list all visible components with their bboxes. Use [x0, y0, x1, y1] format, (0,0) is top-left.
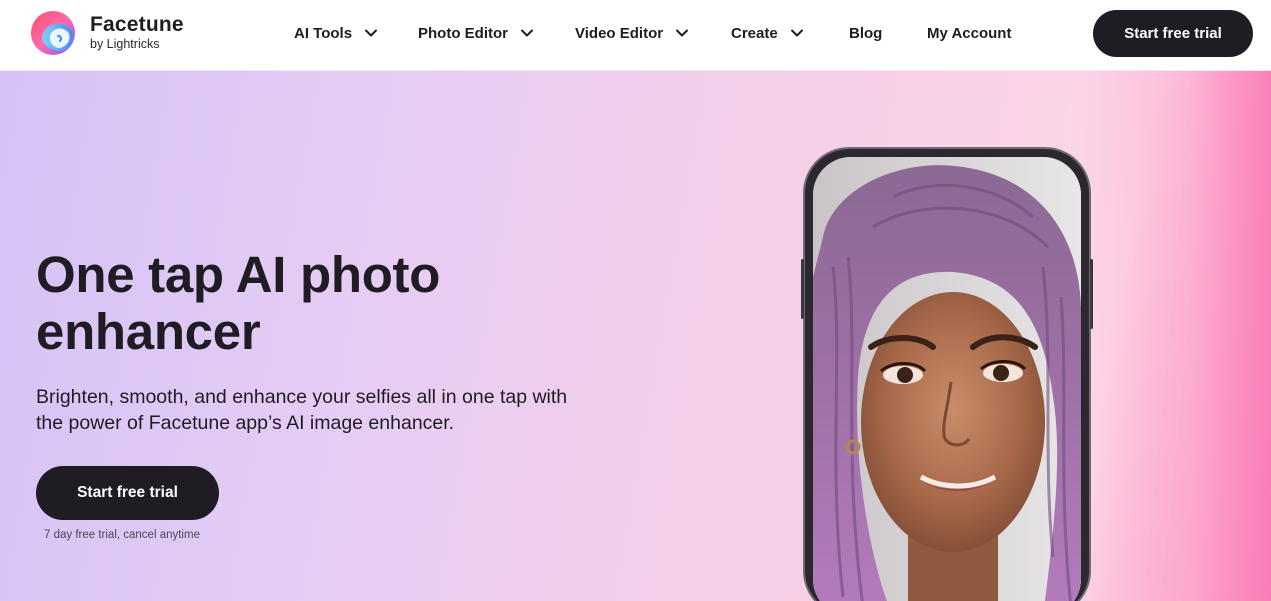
- nav-item-video-editor[interactable]: Video Editor: [575, 20, 689, 46]
- nav-item-label: Photo Editor: [418, 24, 508, 42]
- nav-item-create[interactable]: Create: [731, 20, 804, 46]
- header-start-trial-button[interactable]: Start free trial: [1093, 10, 1253, 57]
- brand-name: Facetune: [90, 13, 184, 36]
- nav-item-label: My Account: [927, 24, 1012, 42]
- nav-item-label: Blog: [849, 24, 883, 42]
- hero-subtitle: Brighten, smooth, and enhance your selfi…: [36, 386, 568, 434]
- hero-section: One tap AI photo enhancer Brighten, smoo…: [0, 71, 1271, 601]
- hero-glow: [1071, 71, 1271, 601]
- site-header: Facetune by Lightricks AI Tools Photo Ed…: [0, 0, 1271, 71]
- chevron-down-icon: [790, 29, 803, 37]
- trial-note: 7 day free trial, cancel anytime: [44, 529, 200, 541]
- nav-item-label: AI Tools: [294, 24, 353, 42]
- hero-start-trial-button[interactable]: Start free trial: [36, 466, 219, 520]
- nav-item-ai-tools[interactable]: AI Tools: [294, 20, 378, 46]
- phone-side-button: [801, 259, 804, 319]
- phone-mockup: [801, 147, 1093, 601]
- phone-side-button: [1090, 259, 1093, 329]
- chevron-down-icon: [521, 29, 533, 37]
- hero-title: One tap AI photo enhancer: [36, 246, 441, 360]
- nav-item-label: Create: [731, 24, 778, 42]
- selfie-portrait-image: [813, 157, 1081, 601]
- facetune-logo[interactable]: Facetune by Lightricks: [28, 9, 198, 57]
- nav-item-photo-editor[interactable]: Photo Editor: [418, 20, 534, 46]
- chevron-down-icon: [676, 29, 689, 37]
- phone-screen: [813, 157, 1081, 601]
- facetune-logo-icon: [28, 10, 82, 56]
- nav-item-my-account[interactable]: My Account: [927, 20, 1011, 46]
- nav-item-blog[interactable]: Blog: [849, 20, 882, 46]
- nav-item-label: Video Editor: [575, 24, 664, 42]
- chevron-down-icon: [365, 29, 378, 37]
- brand-byline: by Lightricks: [90, 37, 160, 51]
